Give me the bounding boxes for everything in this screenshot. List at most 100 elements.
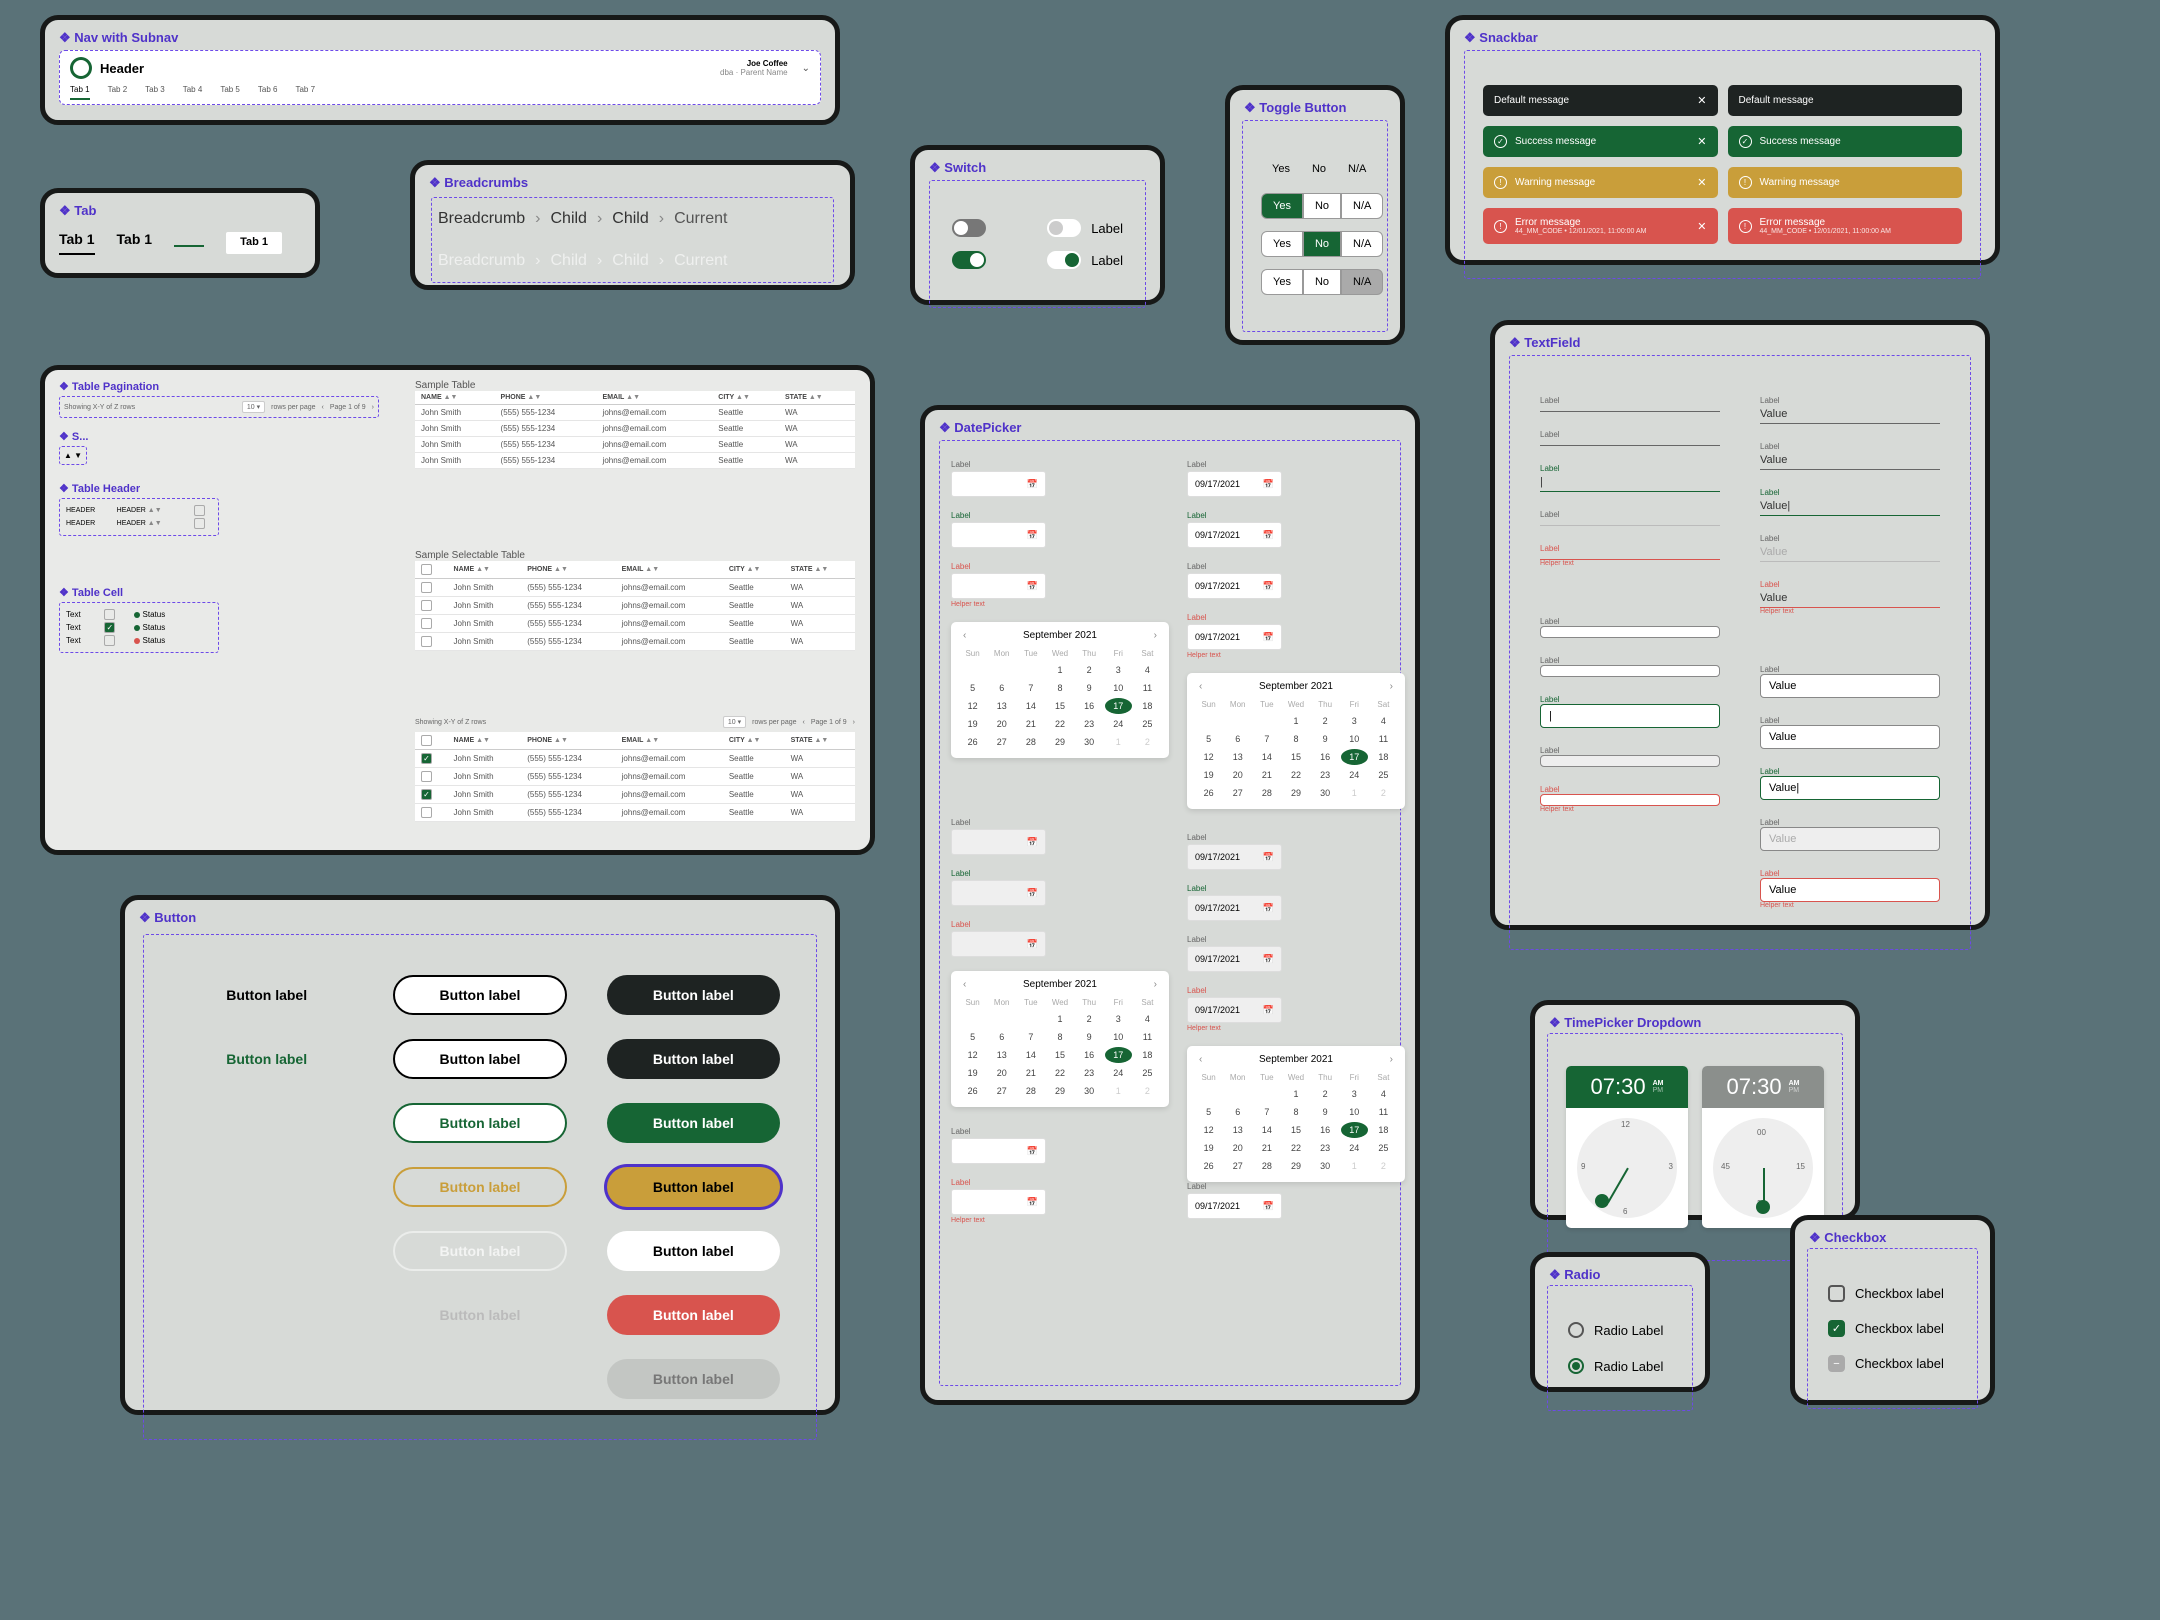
- calendar-day[interactable]: 26: [1195, 785, 1222, 801]
- close-icon[interactable]: ✕: [1697, 94, 1706, 107]
- date-input[interactable]: 📅: [951, 880, 1046, 906]
- button-outlined-inverse[interactable]: Button label: [393, 1231, 566, 1271]
- next-page-button[interactable]: ›: [372, 404, 374, 411]
- prev-page-button[interactable]: ‹: [322, 404, 324, 411]
- user-menu[interactable]: Joe Coffee dba · Parent Name: [720, 59, 788, 77]
- button-filled-primary[interactable]: Button label: [607, 1103, 780, 1143]
- toggle-option[interactable]: No: [1301, 157, 1337, 181]
- breadcrumb-link[interactable]: Child: [612, 210, 648, 228]
- calendar-day[interactable]: 1: [1282, 713, 1309, 729]
- calendar-day[interactable]: 22: [1046, 1065, 1073, 1081]
- calendar-day[interactable]: 13: [988, 1047, 1015, 1063]
- am-toggle[interactable]: AM: [1653, 1080, 1664, 1087]
- calendar-day[interactable]: 5: [959, 1029, 986, 1045]
- calendar-day[interactable]: 7: [1017, 680, 1044, 696]
- calendar-day[interactable]: 30: [1076, 1083, 1103, 1099]
- nav-tab[interactable]: Tab 6: [258, 85, 278, 100]
- table-row[interactable]: ✓John Smith(555) 555-1234johns@email.com…: [415, 786, 855, 804]
- clock-face[interactable]: 00 15 30 45: [1713, 1118, 1813, 1218]
- text-input[interactable]: |: [1540, 704, 1720, 728]
- date-input[interactable]: 📅: [951, 931, 1046, 957]
- calendar-day[interactable]: 4: [1370, 713, 1397, 729]
- time-display[interactable]: 07:30: [1727, 1074, 1782, 1100]
- calendar-day[interactable]: 12: [1195, 1122, 1222, 1138]
- calendar-day[interactable]: 5: [1195, 1104, 1222, 1120]
- switch-toggle[interactable]: [1047, 219, 1081, 237]
- calendar-day[interactable]: 10: [1341, 731, 1368, 747]
- date-input[interactable]: 09/17/2021📅: [1187, 522, 1282, 548]
- radio-option[interactable]: Radio Label: [1568, 1322, 1672, 1338]
- calendar-day[interactable]: 28: [1017, 734, 1044, 750]
- calendar-day[interactable]: 26: [959, 734, 986, 750]
- tab-item[interactable]: Tab 1: [226, 232, 282, 254]
- date-input[interactable]: 09/17/2021📅: [1187, 573, 1282, 599]
- calendar-day[interactable]: 14: [1017, 698, 1044, 714]
- calendar-day[interactable]: 9: [1312, 1104, 1339, 1120]
- next-month-button[interactable]: ›: [1386, 1054, 1397, 1065]
- calendar-day[interactable]: 22: [1046, 716, 1073, 732]
- calendar-day[interactable]: 13: [1224, 1122, 1251, 1138]
- table-row[interactable]: ✓John Smith(555) 555-1234johns@email.com…: [415, 750, 855, 768]
- text-input[interactable]: [1540, 405, 1720, 412]
- text-input[interactable]: [1540, 755, 1720, 767]
- calendar-day[interactable]: 2: [1076, 1011, 1103, 1027]
- tab-item[interactable]: Tab 1: [117, 231, 153, 255]
- calendar-day[interactable]: 27: [1224, 785, 1251, 801]
- prev-month-button[interactable]: ‹: [1195, 1054, 1206, 1065]
- table-row[interactable]: John Smith(555) 555-1234johns@email.comS…: [415, 804, 855, 822]
- button-text-primary[interactable]: Button label: [180, 1039, 353, 1079]
- clock-face[interactable]: 12 3 6 9: [1577, 1118, 1677, 1218]
- calendar-day[interactable]: 13: [1224, 749, 1251, 765]
- prev-month-button[interactable]: ‹: [959, 979, 970, 990]
- calendar-day[interactable]: 14: [1253, 1122, 1280, 1138]
- switch-toggle[interactable]: [1047, 251, 1081, 269]
- text-input[interactable]: [1540, 439, 1720, 446]
- toggle-option[interactable]: Yes: [1261, 157, 1301, 181]
- toggle-option-selected[interactable]: Yes: [1261, 193, 1303, 219]
- calendar-day[interactable]: 25: [1134, 716, 1161, 732]
- text-input[interactable]: [1540, 626, 1720, 638]
- breadcrumb-link[interactable]: Child: [550, 210, 586, 228]
- calendar-day[interactable]: 9: [1076, 680, 1103, 696]
- close-icon[interactable]: ✕: [1697, 176, 1706, 189]
- calendar-day[interactable]: 26: [959, 1083, 986, 1099]
- text-input[interactable]: |: [1540, 473, 1720, 492]
- calendar-day[interactable]: 1: [1046, 662, 1073, 678]
- date-input[interactable]: 09/17/2021📅: [1187, 471, 1282, 497]
- toggle-option[interactable]: Yes: [1261, 231, 1303, 257]
- calendar-day[interactable]: 21: [1253, 1140, 1280, 1156]
- text-input[interactable]: Value: [1760, 725, 1940, 749]
- prev-month-button[interactable]: ‹: [959, 630, 970, 641]
- calendar-day[interactable]: 20: [988, 716, 1015, 732]
- date-input[interactable]: 09/17/2021📅: [1187, 946, 1282, 972]
- calendar-day[interactable]: 18: [1370, 749, 1397, 765]
- calendar-day[interactable]: 7: [1017, 1029, 1044, 1045]
- calendar-day[interactable]: 19: [1195, 767, 1222, 783]
- calendar-day[interactable]: 8: [1046, 1029, 1073, 1045]
- nav-tab[interactable]: Tab 7: [295, 85, 315, 100]
- date-input[interactable]: 📅: [951, 829, 1046, 855]
- time-display[interactable]: 07:30: [1591, 1074, 1646, 1100]
- switch-toggle[interactable]: [952, 251, 986, 269]
- calendar-day[interactable]: 5: [1195, 731, 1222, 747]
- button-filled-dark[interactable]: Button label: [607, 1039, 780, 1079]
- calendar-day[interactable]: 4: [1134, 662, 1161, 678]
- toggle-option-selected[interactable]: No: [1303, 231, 1341, 257]
- breadcrumb-link[interactable]: Breadcrumb: [438, 252, 525, 270]
- calendar-day[interactable]: 29: [1282, 1158, 1309, 1174]
- text-input[interactable]: Value: [1760, 451, 1940, 470]
- next-month-button[interactable]: ›: [1386, 681, 1397, 692]
- calendar-day[interactable]: 10: [1341, 1104, 1368, 1120]
- next-month-button[interactable]: ›: [1150, 979, 1161, 990]
- calendar-day[interactable]: 7: [1253, 731, 1280, 747]
- text-input[interactable]: [1540, 553, 1720, 560]
- date-input[interactable]: 09/17/2021📅: [1187, 1193, 1282, 1219]
- rows-per-page-select[interactable]: 10 ▾: [242, 401, 265, 413]
- button-filled-dark[interactable]: Button label: [607, 975, 780, 1015]
- breadcrumb-link[interactable]: Child: [612, 252, 648, 270]
- calendar-day[interactable]: 6: [1224, 1104, 1251, 1120]
- calendar-day[interactable]: 21: [1017, 1065, 1044, 1081]
- calendar-day[interactable]: 1: [1046, 1011, 1073, 1027]
- calendar-day[interactable]: 19: [1195, 1140, 1222, 1156]
- calendar-day[interactable]: 27: [1224, 1158, 1251, 1174]
